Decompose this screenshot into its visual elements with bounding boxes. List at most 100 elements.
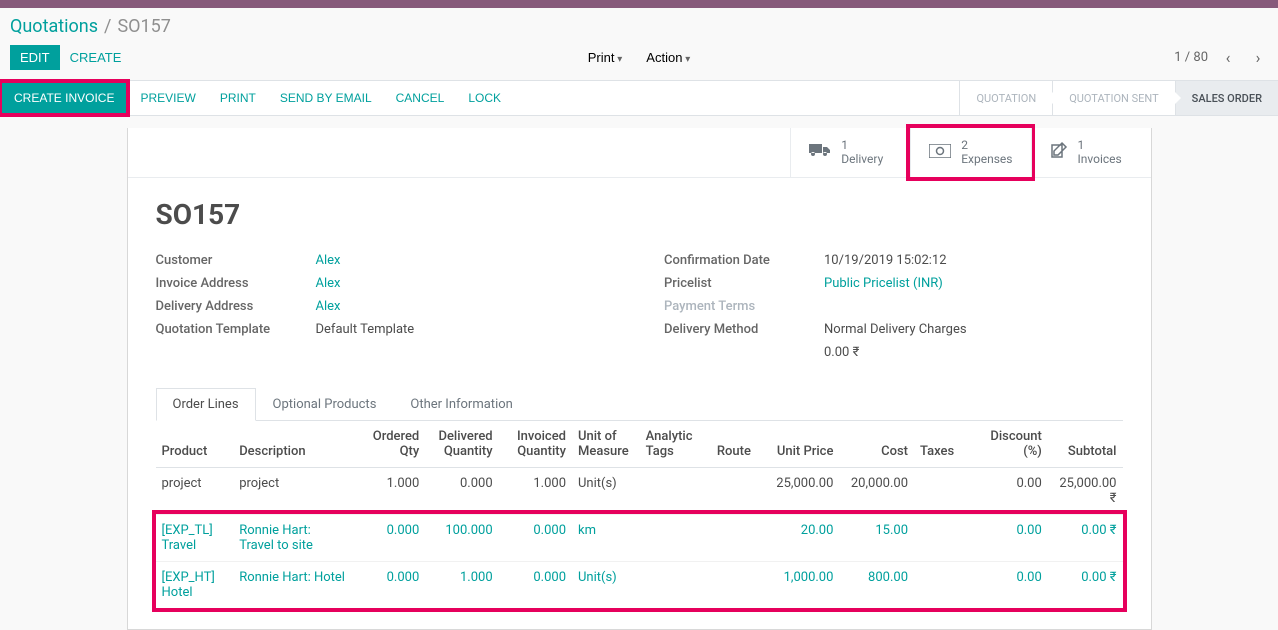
product-link[interactable]: Unit(s) [578,570,617,585]
stat-expenses-count: 2 [961,138,1012,152]
product-link[interactable]: 0.00 [1016,523,1041,538]
product-link[interactable]: km [578,523,596,538]
step-sales-order[interactable]: SALES ORDER [1175,81,1278,115]
pager-prev[interactable]: ‹ [1218,48,1238,68]
tab-order-lines[interactable]: Order Lines [156,388,256,421]
create-button[interactable]: CREATE [60,45,132,70]
table-cell: 0.00 [974,467,1047,514]
table-cell: 0.00 [974,514,1047,561]
breadcrumb-sep: / [104,16,111,37]
table-cell: 0.000 [499,514,572,561]
table-cell: 0.000 [352,561,425,608]
product-link[interactable]: 0.00 ₹ [1081,523,1116,538]
pager-next[interactable]: › [1248,48,1268,68]
product-link[interactable]: 0.000 [387,523,420,538]
th-cost: Cost [839,421,914,468]
stat-invoices-label: Invoices [1078,152,1122,166]
table-cell: project [156,467,234,514]
table-cell [914,514,974,561]
table-cell: 25,000.00 ₹ [1048,467,1123,514]
label-delivery-addr: Delivery Address [156,299,316,314]
pricelist-link[interactable]: Public Pricelist (INR) [824,276,943,291]
th-uom: Unit of Measure [572,421,640,468]
invoice-addr-link[interactable]: Alex [316,276,341,291]
product-link[interactable]: Ronnie Hart: Hotel [239,570,345,585]
stat-delivery-count: 1 [841,138,883,152]
stat-expenses-label: Expenses [961,152,1012,166]
info-left: Customer Alex Invoice Address Alex Deliv… [156,249,615,364]
th-taxes: Taxes [914,421,974,468]
tab-optional-products[interactable]: Optional Products [256,388,394,421]
stat-expenses[interactable]: 2 Expenses [910,128,1030,177]
table-cell: Unit(s) [572,467,640,514]
table-cell: Ronnie Hart: Hotel [233,561,352,608]
label-conf-date: Confirmation Date [664,253,824,268]
product-link[interactable]: 800.00 [868,570,908,585]
product-link[interactable]: 1,000.00 [784,570,834,585]
table-cell [914,561,974,608]
table-cell: project [233,467,352,514]
table-cell: 800.00 [839,561,914,608]
label-customer: Customer [156,253,316,268]
table-cell [711,514,765,561]
print-dropdown[interactable]: Print [578,45,633,70]
breadcrumb: Quotations / SO157 [0,8,1278,41]
page-title: SO157 [156,198,1123,231]
qt-template-value: Default Template [316,322,415,337]
customer-link[interactable]: Alex [316,253,341,268]
th-unit-price: Unit Price [765,421,840,468]
step-quotation-sent[interactable]: QUOTATION SENT [1052,81,1174,115]
stat-delivery-label: Delivery [841,152,883,166]
action-dropdown[interactable]: Action [636,45,700,70]
stat-invoices[interactable]: 1 Invoices [1031,128,1151,177]
conf-date-value: 10/19/2019 15:02:12 [824,253,947,268]
table-cell [640,561,711,608]
product-link[interactable]: 1.000 [460,570,493,585]
product-link[interactable]: 20.00 [801,523,834,538]
product-link[interactable]: 0.00 [1016,570,1041,585]
pencil-square-icon [1050,141,1068,164]
product-link[interactable]: 0.000 [533,523,566,538]
table-cell: km [572,514,640,561]
product-link[interactable]: 15.00 [875,523,908,538]
lock-button[interactable]: LOCK [456,81,513,115]
product-link[interactable]: [EXP_HT] Hotel [162,570,215,600]
table-cell: 0.000 [499,561,572,608]
table-cell: 1,000.00 [765,561,840,608]
tab-other-information[interactable]: Other Information [393,388,529,421]
edit-button[interactable]: EDIT [10,45,60,70]
table-row[interactable]: [EXP_HT] Hotel Ronnie Hart: Hotel 0.000 1.0… [156,561,1123,608]
breadcrumb-parent[interactable]: Quotations [10,16,98,37]
tabs: Order Lines Optional Products Other Info… [156,388,1123,421]
table-cell: [EXP_TL] Travel [156,514,234,561]
table-cell: 100.000 [425,514,498,561]
product-link[interactable]: [EXP_TL] Travel [162,523,213,553]
th-delivered-qty: Delivered Quantity [425,421,498,468]
create-invoice-button[interactable]: CREATE INVOICE [2,83,126,113]
product-link[interactable]: 0.000 [387,570,420,585]
step-quotation[interactable]: QUOTATION [959,81,1052,115]
product-link[interactable]: 100.000 [445,523,492,538]
highlighted-lines: [EXP_TL] Travel Ronnie Hart: Travel to si… [156,514,1123,608]
table-row[interactable]: [EXP_TL] Travel Ronnie Hart: Travel to si… [156,514,1123,561]
preview-button[interactable]: PREVIEW [128,81,207,115]
table-cell: Ronnie Hart: Travel to site [233,514,352,561]
product-link[interactable]: 0.000 [533,570,566,585]
product-link[interactable]: Ronnie Hart: Travel to site [239,523,313,553]
product-link[interactable]: 0.00 ₹ [1081,570,1116,585]
stat-delivery[interactable]: 1 Delivery [790,128,910,177]
label-payment-terms: Payment Terms [664,299,824,314]
table-cell [640,467,711,514]
table-cell: 1.000 [499,467,572,514]
table-row[interactable]: projectproject1.0000.0001.000Unit(s)25,0… [156,467,1123,514]
print-button[interactable]: PRINT [208,81,268,115]
delivery-cost-value: 0.00 ₹ [824,345,859,360]
th-invoiced-qty: Invoiced Quantity [499,421,572,468]
table-cell: Unit(s) [572,561,640,608]
delivery-addr-link[interactable]: Alex [316,299,341,314]
send-email-button[interactable]: SEND BY EMAIL [268,81,384,115]
cancel-button[interactable]: CANCEL [384,81,457,115]
app-top-bar [0,0,1278,8]
order-lines-table: Product Description Ordered Qty Delivere… [156,421,1123,609]
table-cell: 0.000 [352,514,425,561]
